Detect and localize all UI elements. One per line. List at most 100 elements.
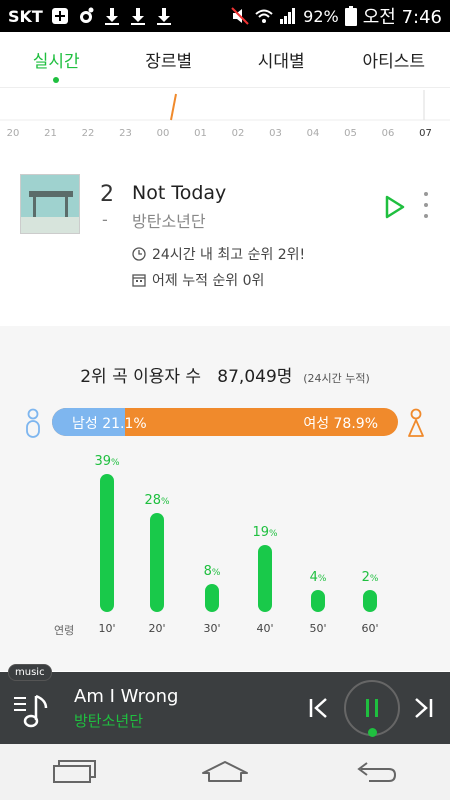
male-share-label: 남성 21.1% (72, 416, 147, 432)
age-category-label: 20' (148, 622, 166, 635)
back-icon[interactable] (351, 759, 399, 785)
download-icon (156, 8, 171, 25)
rank-change: - (102, 210, 108, 229)
download-icon (130, 8, 145, 25)
timeline-hour-label: 04 (306, 128, 320, 139)
users-summary: 2위 곡 이용자 수 87,049명 (24시간 누적) (0, 362, 450, 387)
now-playing-artist: 방탄소년단 (74, 712, 144, 730)
mute-icon (231, 7, 249, 25)
age-percent-label: 39% (94, 454, 120, 469)
age-bar (311, 590, 325, 612)
age-bar-group: 19% 40' (245, 464, 285, 654)
age-bar-group: 8% 30' (192, 464, 232, 654)
timeline-hour-label: 02 (231, 128, 245, 139)
clock-icon (132, 247, 146, 261)
best-rank-text: 24시간 내 최고 순위 2위! (152, 247, 306, 263)
timeline-hour-label: 03 (269, 128, 282, 139)
age-bar (258, 544, 272, 612)
rank-number: 2 (100, 182, 114, 207)
age-bar (205, 583, 219, 612)
age-bar (150, 512, 164, 612)
music-tag: music (8, 664, 52, 681)
play-icon[interactable] (384, 194, 406, 220)
album-art[interactable] (20, 174, 80, 234)
users-label: 2위 곡 이용자 수 (80, 367, 202, 387)
more-options-icon[interactable] (420, 192, 432, 218)
age-bar-group: 39% 10' (87, 454, 127, 654)
cumulative-rank-info: 어제 누적 순위 0위 (132, 270, 264, 290)
song-item[interactable]: 2 - Not Today 방탄소년단 24시간 내 최고 순위 2위! 어제 … (0, 162, 450, 312)
download-icon (104, 8, 119, 25)
gender-ratio: 남성 21.1% 여성 78.9% (0, 404, 450, 444)
age-chart: 연령 39% 10' 28% 20' 8% 30' 19% 40' 4% 50' 2% 60' (0, 454, 450, 654)
carrier-label: SKT (8, 6, 43, 26)
age-category-label: 40' (256, 622, 274, 635)
age-bar-group: 4% 50' (298, 464, 338, 654)
tab-realtime[interactable]: 실시간 (0, 32, 113, 87)
age-percent-label: 8% (203, 563, 221, 579)
age-category-label: 10' (98, 622, 116, 635)
age-bar-group: 2% 60' (350, 464, 390, 654)
tab-genre[interactable]: 장르별 (113, 32, 226, 87)
age-bar-group: 28% 20' (137, 464, 177, 654)
music-notification-icon (79, 7, 94, 23)
status-bar: SKT 92% 오전 7:46 (0, 0, 450, 32)
age-category-label: 50' (309, 622, 327, 635)
timeline-hour-label: 23 (119, 128, 132, 139)
mini-player[interactable]: music Am I Wrong 방탄소년단 (0, 664, 450, 744)
signal-icon (280, 8, 296, 24)
timeline-hour-label: 01 (194, 128, 207, 139)
clock: 오전 7:46 (362, 7, 442, 28)
age-axis-label: 연령 (54, 624, 75, 637)
battery-percent: 92% (303, 6, 339, 26)
calendar-icon (132, 274, 146, 287)
age-percent-label: 2% (361, 570, 379, 585)
age-percent-label: 4% (309, 570, 327, 585)
users-note: (24시간 누적) (303, 372, 370, 385)
cumulative-rank-text: 어제 누적 순위 0위 (152, 273, 265, 289)
active-tab-indicator (53, 77, 60, 83)
home-icon[interactable] (201, 759, 249, 785)
song-title: Not Today (132, 182, 227, 204)
rank-timeline: 20 21 22 23 00 01 02 03 04 05 06 07 (0, 90, 450, 146)
rank-trend-line (170, 93, 177, 121)
tab-label: 시대별 (257, 52, 305, 72)
pause-icon (366, 699, 378, 717)
playlist-icon[interactable] (12, 692, 52, 728)
female-icon (408, 408, 424, 437)
system-navbar (0, 744, 450, 800)
timeline-hour-label: 22 (81, 128, 95, 139)
timeline-hour-label: 05 (344, 128, 357, 139)
chart-tabs: 실시간 장르별 시대별 아티스트 (0, 32, 450, 88)
female-share-label: 여성 78.9% (303, 416, 378, 432)
add-notification-icon (51, 8, 68, 24)
age-bar (100, 474, 114, 612)
wifi-icon (255, 9, 273, 23)
best-rank-info: 24시간 내 최고 순위 2위! (132, 244, 305, 264)
users-count: 87,049명 (217, 367, 293, 387)
tab-artist[interactable]: 아티스트 (338, 32, 450, 87)
timeline-hour-label: 21 (44, 128, 57, 139)
recent-apps-icon[interactable] (51, 759, 99, 785)
previous-track-icon[interactable] (308, 696, 330, 720)
timeline-hour-label: 07 (419, 128, 432, 139)
tab-label: 실시간 (32, 52, 80, 72)
age-percent-label: 28% (144, 492, 170, 508)
age-category-label: 30' (203, 622, 221, 635)
next-track-icon[interactable] (412, 696, 434, 720)
age-percent-label: 19% (252, 524, 278, 540)
tab-label: 장르별 (145, 52, 193, 72)
song-artist: 방탄소년단 (132, 212, 206, 231)
age-bar (363, 590, 377, 612)
tab-era[interactable]: 시대별 (225, 32, 338, 87)
gender-bar: 남성 21.1% 여성 78.9% (52, 408, 398, 436)
timeline-hour-label: 20 (6, 128, 20, 139)
battery-icon (344, 6, 357, 26)
age-category-label: 60' (361, 622, 379, 635)
timeline-hour-label: 00 (156, 128, 170, 139)
timeline-hour-label: 06 (381, 128, 395, 139)
listener-stats: 2위 곡 이용자 수 87,049명 (24시간 누적) 남성 21.1% 여성… (0, 326, 450, 671)
now-playing-title: Am I Wrong (74, 686, 179, 707)
tab-label: 아티스트 (362, 52, 426, 72)
progress-dot (368, 728, 377, 737)
